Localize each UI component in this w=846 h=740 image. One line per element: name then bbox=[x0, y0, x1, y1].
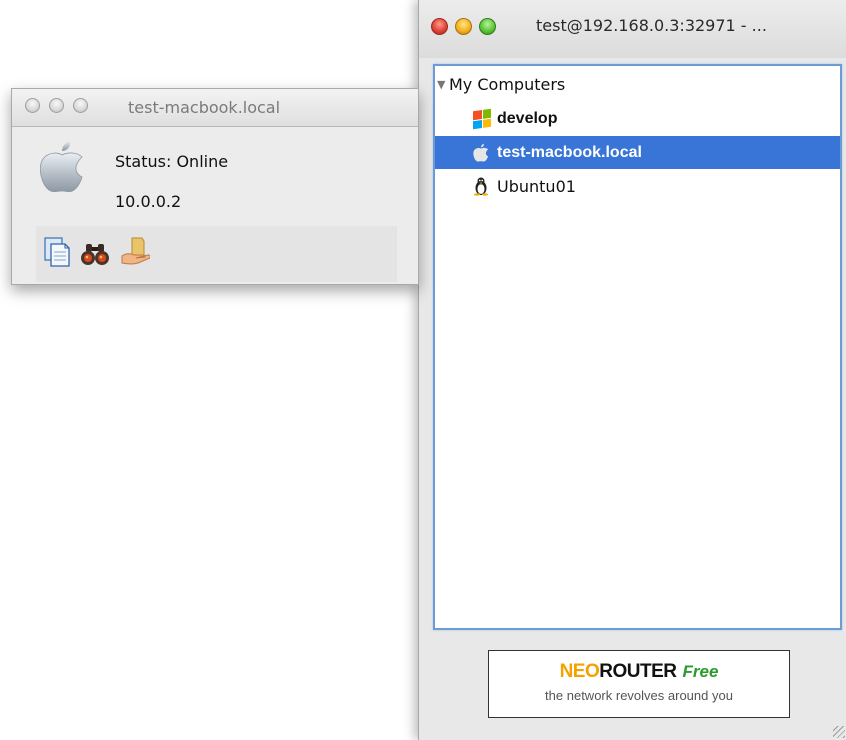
tree-item-ubuntu01[interactable]: Ubuntu01 bbox=[435, 170, 840, 203]
tree-group-label: My Computers bbox=[449, 75, 566, 94]
binoculars-icon[interactable] bbox=[80, 236, 110, 268]
close-button[interactable] bbox=[431, 18, 448, 35]
minimize-button[interactable] bbox=[455, 18, 472, 35]
main-titlebar[interactable]: test@192.168.0.3:32971 - ... bbox=[419, 0, 846, 58]
close-button[interactable] bbox=[25, 98, 40, 113]
banner-logo: NEOROUTER Free bbox=[489, 661, 789, 683]
detail-window: test-macbook.local Status: Online 10.0.0… bbox=[11, 88, 419, 285]
document-icon[interactable] bbox=[42, 236, 72, 268]
tree-item-label: test-macbook.local bbox=[497, 143, 642, 161]
tree-item-label: develop bbox=[497, 109, 558, 127]
tree-item-test-macbook[interactable]: test-macbook.local bbox=[435, 136, 840, 169]
brand-router: ROUTER bbox=[599, 661, 677, 682]
neorouter-banner[interactable]: NEOROUTER Free the network revolves aroun… bbox=[488, 650, 790, 718]
detail-titlebar[interactable]: test-macbook.local bbox=[12, 89, 418, 127]
tree-item-develop[interactable]: develop bbox=[435, 102, 840, 135]
tree-item-label: Ubuntu01 bbox=[497, 177, 576, 196]
windows-icon bbox=[473, 108, 491, 129]
linux-tux-icon bbox=[473, 177, 491, 197]
ip-address: 10.0.0.2 bbox=[115, 192, 182, 211]
edition-label: Free bbox=[682, 662, 719, 681]
brand-neo: NEO bbox=[559, 661, 600, 682]
banner-tagline: the network revolves around you bbox=[545, 688, 733, 703]
computer-tree[interactable]: ▼ My Computers develop test-macbook.loca… bbox=[433, 64, 842, 630]
status-label: Status: Online bbox=[115, 152, 229, 171]
shared-folder-icon[interactable] bbox=[120, 236, 151, 268]
resize-grip-icon[interactable] bbox=[833, 726, 845, 738]
minimize-button[interactable] bbox=[49, 98, 64, 113]
apple-icon bbox=[40, 139, 84, 193]
action-toolbar bbox=[36, 226, 397, 282]
zoom-button[interactable] bbox=[479, 18, 496, 35]
main-window: test@192.168.0.3:32971 - ... ▼ My Comput… bbox=[418, 0, 846, 740]
tree-group-my-computers[interactable]: ▼ My Computers bbox=[435, 68, 840, 101]
zoom-button[interactable] bbox=[73, 98, 88, 113]
apple-icon bbox=[473, 143, 491, 163]
disclosure-triangle-icon[interactable]: ▼ bbox=[437, 78, 446, 91]
window-title: test@192.168.0.3:32971 - ... bbox=[536, 16, 767, 35]
window-title: test-macbook.local bbox=[128, 98, 281, 117]
